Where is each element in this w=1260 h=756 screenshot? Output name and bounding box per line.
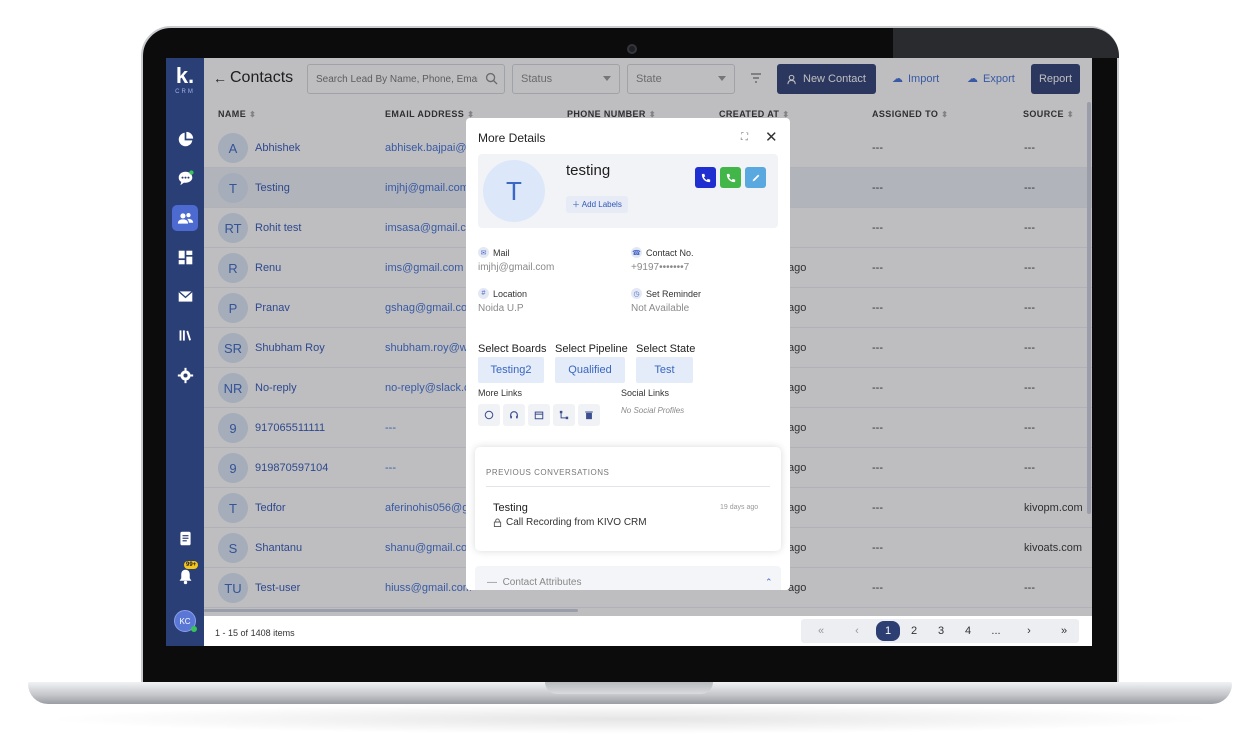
notes-icon[interactable] <box>172 525 198 551</box>
pagination: « ‹ 1 2 3 4 ... › » <box>801 619 1079 643</box>
horizontal-scrollbar[interactable] <box>204 609 578 612</box>
reminder-field-label: ◷ Set Reminder <box>631 288 701 299</box>
call-button[interactable] <box>695 167 716 188</box>
profile-avatar: T <box>483 160 545 222</box>
modal-title: More Details <box>478 131 546 145</box>
page-button-1[interactable]: 1 <box>876 621 900 641</box>
contact-attributes-toggle[interactable]: — Contact Attributes ⌃ <box>475 566 781 590</box>
pipeline-select[interactable]: Qualified <box>555 357 625 383</box>
prev-page-button[interactable]: ‹ <box>847 623 867 639</box>
more-links-label: More Links <box>478 388 523 398</box>
chevron-up-icon: ⌃ <box>765 577 773 587</box>
contact-value[interactable]: +9197•••••••7 <box>631 262 689 273</box>
pipeline-label: Select Pipeline <box>555 343 628 355</box>
dashboard-pie-icon[interactable] <box>172 126 198 152</box>
previous-conversations-card: PREVIOUS CONVERSATIONS Testing 19 days a… <box>475 447 781 551</box>
sidebar: k. CRM 99+ KC <box>166 58 204 646</box>
whatsapp-button[interactable] <box>720 167 741 188</box>
location-icon: # <box>478 288 489 299</box>
page-button-2[interactable]: 2 <box>904 623 924 639</box>
first-page-button[interactable]: « <box>811 623 831 639</box>
table-footer: 1 - 15 of 1408 items « ‹ 1 2 3 4 ... › » <box>204 616 1092 646</box>
conversation-item[interactable]: Call Recording from KIVO CRM <box>493 517 647 528</box>
items-range: 1 - 15 <box>215 628 239 638</box>
conversation-time: 19 days ago <box>720 504 759 511</box>
clock-icon: ◷ <box>631 288 642 299</box>
vertical-scrollbar[interactable] <box>1087 102 1091 514</box>
more-details-modal: More Details ⛶ ✕ T testing ＋ Add Labels … <box>466 118 790 590</box>
add-labels-button[interactable]: ＋ Add Labels <box>566 196 628 213</box>
contact-attributes-label: — Contact Attributes <box>487 577 582 588</box>
mail-value[interactable]: imjhj@gmail.com <box>478 262 554 273</box>
pencil-icon <box>752 174 759 181</box>
camera <box>627 44 637 54</box>
library-icon[interactable] <box>172 322 198 348</box>
page-button-3[interactable]: 3 <box>931 623 951 639</box>
previous-conversations-title: PREVIOUS CONVERSATIONS <box>486 468 610 477</box>
social-links-label: Social Links <box>621 388 670 398</box>
edit-button[interactable] <box>745 167 766 188</box>
settings-gear-icon[interactable] <box>172 362 198 388</box>
chat-icon[interactable] <box>172 165 198 191</box>
headset-link-icon[interactable] <box>503 404 525 426</box>
next-page-button[interactable]: › <box>1019 623 1039 639</box>
location-field-label: # Location <box>478 288 527 299</box>
mail-icon[interactable] <box>172 283 198 309</box>
conversation-name[interactable]: Testing <box>493 502 528 514</box>
contacts-icon[interactable] <box>172 205 198 231</box>
laptop-shadow <box>40 704 1220 734</box>
location-value: Noida U.P <box>478 303 524 314</box>
profile-card: T testing ＋ Add Labels <box>478 154 778 228</box>
mail-icon: ✉ <box>478 247 489 258</box>
online-status-dot <box>191 626 197 632</box>
divider <box>486 486 770 487</box>
logo-sub: CRM <box>175 89 195 95</box>
add-labels-label: Add Labels <box>581 200 622 209</box>
conversation-text: Call Recording from KIVO CRM <box>506 517 647 528</box>
items-count: 1 - 15 of 1408 items <box>215 628 295 638</box>
logo[interactable]: k. CRM <box>166 64 204 100</box>
reminder-value[interactable]: Not Available <box>631 303 689 314</box>
lid-glare <box>893 28 1119 58</box>
notification-badge: 99+ <box>184 561 199 569</box>
items-of: of <box>240 628 249 638</box>
whatsapp-phone-icon <box>726 173 735 182</box>
contact-field-label: ☎ Contact No. <box>631 247 694 258</box>
calendar-link-icon[interactable] <box>528 404 550 426</box>
contact-attributes-text: Contact Attributes <box>502 577 582 588</box>
logo-letter: k. <box>175 63 195 88</box>
state-select-modal[interactable]: Test <box>636 357 693 383</box>
mail-field-label: ✉ Mail <box>478 247 510 258</box>
trash-icon[interactable] <box>578 404 600 426</box>
phone-icon <box>701 173 710 182</box>
location-label: Location <box>493 288 528 299</box>
phone-icon: ☎ <box>631 247 642 258</box>
chat-link-icon[interactable] <box>478 404 500 426</box>
laptop-notch <box>545 682 713 694</box>
boards-grid-icon[interactable] <box>172 244 198 270</box>
contact-label: Contact No. <box>646 247 694 258</box>
close-icon[interactable]: ✕ <box>765 128 778 146</box>
expand-icon[interactable]: ⛶ <box>741 132 748 143</box>
page-button-4[interactable]: 4 <box>958 623 978 639</box>
flow-link-icon[interactable] <box>553 404 575 426</box>
items-label: items <box>273 628 295 638</box>
boards-label: Select Boards <box>478 343 547 355</box>
profile-name: testing <box>566 162 611 179</box>
mail-label: Mail <box>493 247 510 258</box>
lock-icon <box>493 518 502 527</box>
last-page-button[interactable]: » <box>1054 623 1074 639</box>
reminder-label: Set Reminder <box>646 288 702 299</box>
page-ellipsis: ... <box>991 625 1001 637</box>
no-social-text: No Social Profiles <box>621 406 685 415</box>
boards-select[interactable]: Testing2 <box>478 357 544 383</box>
items-total: 1408 <box>250 628 271 638</box>
screen: k. CRM 99+ KC ← Contacts Search Lead By … <box>166 58 1092 646</box>
state-label: Select State <box>636 343 696 355</box>
